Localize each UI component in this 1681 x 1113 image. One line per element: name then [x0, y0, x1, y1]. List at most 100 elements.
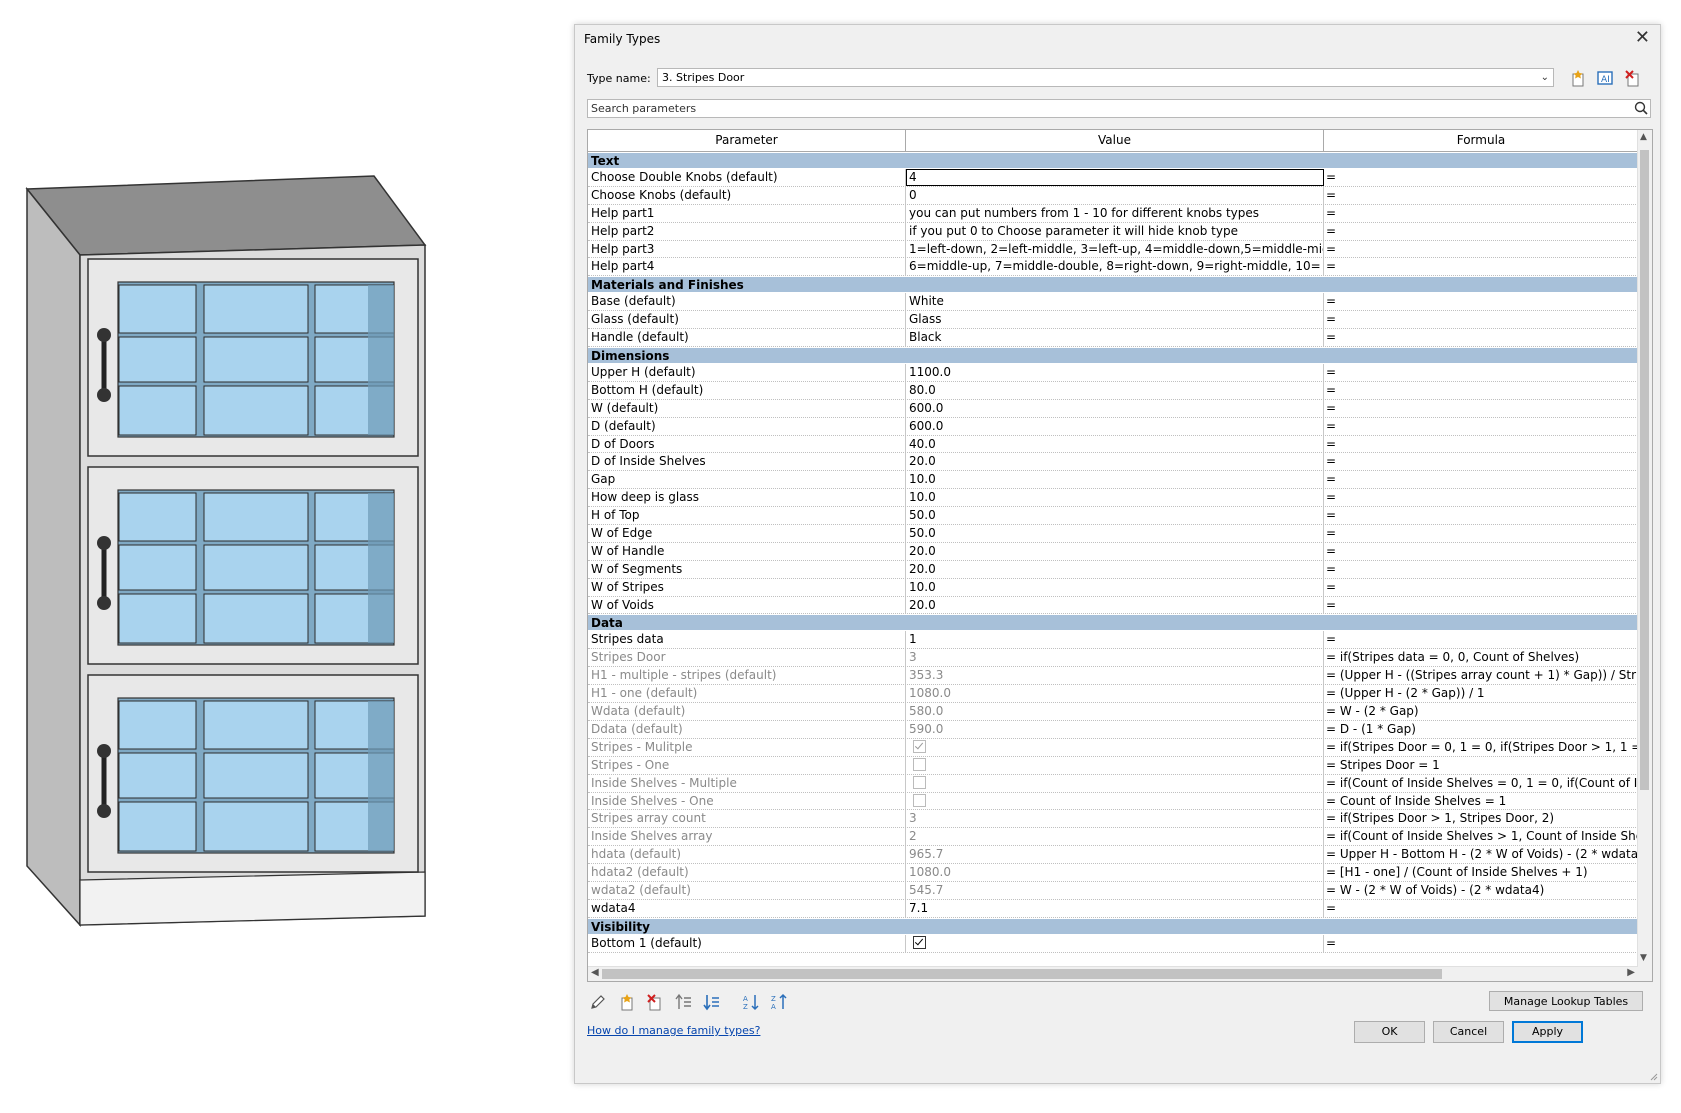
- vertical-scroll-thumb[interactable]: [1640, 150, 1649, 790]
- column-header-parameter[interactable]: Parameter: [588, 130, 906, 151]
- resize-grip-icon[interactable]: [1648, 1071, 1658, 1081]
- parameter-value[interactable]: 20.0: [906, 560, 1324, 578]
- parameter-value[interactable]: 7.1: [906, 899, 1324, 917]
- parameter-formula[interactable]: =: [1324, 489, 1638, 506]
- parameter-row[interactable]: Choose Knobs (default) 0 =: [588, 186, 1638, 205]
- parameter-formula[interactable]: =: [1324, 382, 1638, 399]
- parameter-formula[interactable]: = Upper H - Bottom H - (2 * W of Voids) …: [1324, 846, 1638, 863]
- parameter-value[interactable]: 20.0: [906, 453, 1324, 471]
- parameter-row[interactable]: W of Segments 20.0 =: [588, 560, 1638, 579]
- parameter-row[interactable]: H1 - multiple - stripes (default) 353.3 = …: [588, 667, 1638, 686]
- parameter-value[interactable]: 20.0: [906, 542, 1324, 560]
- rename-type-icon[interactable]: AI: [1596, 69, 1614, 87]
- group-header[interactable]: Dimensions: [588, 347, 1638, 365]
- parameter-value[interactable]: 1100.0: [906, 364, 1324, 381]
- sort-ascending-icon[interactable]: AZ: [742, 993, 760, 1011]
- parameter-row[interactable]: Glass (default) Glass =: [588, 311, 1638, 330]
- parameter-row[interactable]: Stripes Door 3 = if(Stripes data = 0, 0, C…: [588, 649, 1638, 668]
- close-icon[interactable]: ✕: [1635, 27, 1650, 48]
- parameter-formula[interactable]: = if(Stripes Door > 1, Stripes Door, 2): [1324, 810, 1638, 827]
- parameter-row[interactable]: Gap 10.0 =: [588, 471, 1638, 490]
- parameter-formula[interactable]: =: [1324, 169, 1638, 186]
- parameter-formula[interactable]: =: [1324, 631, 1638, 648]
- parameter-formula[interactable]: =: [1324, 329, 1638, 346]
- parameter-formula[interactable]: =: [1324, 453, 1638, 470]
- parameter-row[interactable]: Help part2 if you put 0 to Choose paramet…: [588, 222, 1638, 241]
- parameter-row[interactable]: Help part4 6=middle-up, 7=middle-double, …: [588, 258, 1638, 277]
- parameter-formula[interactable]: = if(Count of Inside Shelves > 1, Count …: [1324, 828, 1638, 845]
- parameter-row[interactable]: W (default) 600.0 =: [588, 399, 1638, 418]
- parameter-row[interactable]: Wdata (default) 580.0 = W - (2 * Gap): [588, 703, 1638, 721]
- parameter-row[interactable]: Help part1 you can put numbers from 1 - 1…: [588, 204, 1638, 223]
- scroll-down-icon[interactable]: ▼: [1640, 953, 1647, 963]
- vertical-scrollbar[interactable]: ▲ ▼: [1637, 130, 1652, 981]
- scroll-up-icon[interactable]: ▲: [1640, 132, 1647, 142]
- parameter-value[interactable]: 0: [906, 186, 1324, 204]
- delete-parameter-icon[interactable]: [646, 993, 664, 1011]
- parameter-formula[interactable]: =: [1324, 205, 1638, 222]
- parameter-formula[interactable]: =: [1324, 579, 1638, 596]
- move-up-icon[interactable]: [675, 993, 693, 1011]
- parameter-row[interactable]: W of Edge 50.0 =: [588, 525, 1638, 543]
- parameter-value[interactable]: 50.0: [906, 507, 1324, 525]
- parameter-formula[interactable]: =: [1324, 935, 1638, 952]
- parameter-row[interactable]: H of Top 50.0 =: [588, 507, 1638, 526]
- checkbox[interactable]: [913, 935, 926, 949]
- parameter-row[interactable]: D of Doors 40.0 =: [588, 435, 1638, 454]
- group-header[interactable]: Text: [588, 152, 1638, 169]
- parameter-formula[interactable]: =: [1324, 436, 1638, 453]
- help-link[interactable]: How do I manage family types?: [587, 1024, 760, 1037]
- parameter-row[interactable]: hdata2 (default) 1080.0 = [H1 - one] / (Co…: [588, 864, 1638, 882]
- apply-button[interactable]: Apply: [1512, 1021, 1583, 1043]
- group-header[interactable]: Visibility: [588, 917, 1638, 935]
- parameter-row[interactable]: W of Voids 20.0 =: [588, 596, 1638, 615]
- parameter-formula[interactable]: =: [1324, 525, 1638, 542]
- parameter-value[interactable]: 20.0: [906, 596, 1324, 614]
- parameter-value[interactable]: White: [906, 293, 1324, 311]
- parameter-formula[interactable]: =: [1324, 900, 1638, 917]
- parameter-row[interactable]: Help part3 1=left-down, 2=left-middle, 3=…: [588, 240, 1638, 259]
- parameter-row[interactable]: How deep is glass 10.0 =: [588, 489, 1638, 508]
- delete-type-icon[interactable]: [1624, 69, 1642, 87]
- parameter-row[interactable]: Base (default) White =: [588, 293, 1638, 312]
- parameter-row[interactable]: Inside Shelves array 2 = if(Count of Insid…: [588, 828, 1638, 847]
- search-icon[interactable]: [1634, 101, 1648, 115]
- type-name-dropdown[interactable]: 3. Stripes Door ⌄: [657, 68, 1554, 87]
- parameter-row[interactable]: Stripes - Mulitple = if(Stripes Door = 0,…: [588, 738, 1638, 757]
- parameter-row[interactable]: hdata (default) 965.7 = Upper H - Bottom H…: [588, 846, 1638, 865]
- parameter-row[interactable]: W of Stripes 10.0 =: [588, 578, 1638, 597]
- parameter-formula[interactable]: =: [1324, 561, 1638, 578]
- parameter-formula[interactable]: =: [1324, 311, 1638, 328]
- parameter-row[interactable]: D (default) 600.0 =: [588, 417, 1638, 436]
- parameter-row[interactable]: Handle (default) Black =: [588, 329, 1638, 348]
- parameter-formula[interactable]: = if(Stripes data = 0, 0, Count of Shelv…: [1324, 649, 1638, 666]
- column-header-formula[interactable]: Formula: [1324, 130, 1638, 151]
- parameter-formula[interactable]: =: [1324, 293, 1638, 310]
- parameter-formula[interactable]: = Count of Inside Shelves = 1: [1324, 793, 1638, 810]
- column-header-value[interactable]: Value: [906, 130, 1324, 151]
- parameter-formula[interactable]: =: [1324, 258, 1638, 275]
- ok-button[interactable]: OK: [1354, 1021, 1425, 1043]
- parameter-row[interactable]: H1 - one (default) 1080.0 = (Upper H - (2 …: [588, 685, 1638, 704]
- parameter-value[interactable]: 4: [906, 169, 1324, 186]
- parameter-value[interactable]: 10.0: [906, 471, 1324, 489]
- parameter-value[interactable]: 6=middle-up, 7=middle-double, 8=right-do…: [906, 258, 1324, 276]
- parameter-row[interactable]: wdata2 (default) 545.7 = W - (2 * W of Voi…: [588, 881, 1638, 900]
- parameter-row[interactable]: Stripes array count 3 = if(Stripes Door > …: [588, 810, 1638, 829]
- parameter-formula[interactable]: =: [1324, 507, 1638, 524]
- group-header[interactable]: Data: [588, 614, 1638, 632]
- parameter-value[interactable]: you can put numbers from 1 - 10 for diff…: [906, 204, 1324, 222]
- scroll-right-icon[interactable]: ▶: [1627, 967, 1635, 978]
- parameter-formula[interactable]: =: [1324, 223, 1638, 240]
- parameter-row[interactable]: Inside Shelves - Multiple = if(Count of I…: [588, 774, 1638, 793]
- parameter-formula[interactable]: = (Upper H - (2 * Gap)) / 1: [1324, 685, 1638, 702]
- parameter-value[interactable]: 50.0: [906, 525, 1324, 542]
- parameter-row[interactable]: Ddata (default) 590.0 = D - (1 * Gap): [588, 720, 1638, 739]
- parameter-value[interactable]: if you put 0 to Choose parameter it will…: [906, 222, 1324, 240]
- scroll-left-icon[interactable]: ◀: [591, 967, 599, 978]
- group-header[interactable]: Materials and Finishes: [588, 276, 1638, 294]
- manage-lookup-tables-button[interactable]: Manage Lookup Tables: [1489, 991, 1643, 1011]
- parameter-formula[interactable]: = if(Count of Inside Shelves = 0, 1 = 0,…: [1324, 775, 1638, 792]
- parameter-value[interactable]: 10.0: [906, 489, 1324, 507]
- parameter-formula[interactable]: =: [1324, 400, 1638, 417]
